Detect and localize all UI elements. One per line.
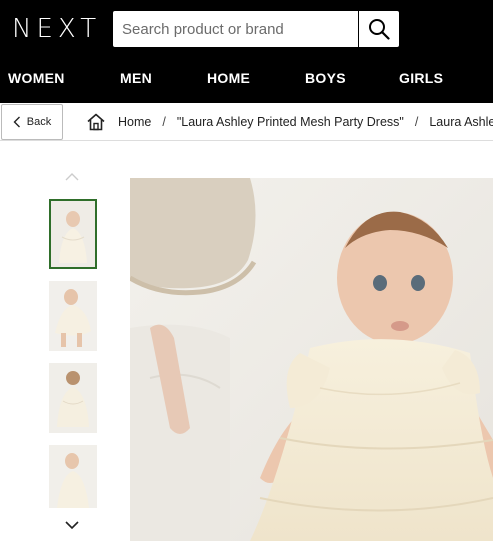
chevron-down-icon[interactable] — [64, 520, 80, 530]
next-logo[interactable]: NEXT — [12, 14, 101, 44]
thumbnail-image — [49, 445, 97, 508]
back-button[interactable]: Back — [1, 104, 63, 140]
thumbnail-image — [49, 281, 97, 351]
breadcrumb-bar: Back Home / "Laura Ashley Printed Mesh P… — [0, 103, 493, 141]
search-bar — [113, 11, 399, 47]
thumbnail-3[interactable] — [49, 363, 97, 433]
nav-item-home[interactable]: HOME — [207, 70, 250, 86]
back-label: Back — [26, 116, 52, 128]
thumbnail-4[interactable] — [49, 445, 97, 508]
nav-item-boys[interactable]: BOYS — [305, 70, 346, 86]
search-input[interactable] — [113, 11, 358, 47]
chevron-up-icon[interactable] — [64, 172, 80, 182]
nav-item-girls[interactable]: GIRLS — [399, 70, 443, 86]
breadcrumb-separator: / — [162, 115, 166, 129]
breadcrumb-separator: / — [414, 115, 419, 129]
site-header: NEXT WOMEN MEN HOME BOYS GIRLS — [0, 0, 493, 103]
product-photo — [130, 178, 493, 541]
thumbnail-2[interactable] — [49, 281, 97, 351]
search-button[interactable] — [359, 11, 399, 47]
thumbnail-image — [51, 201, 95, 267]
nav-item-men[interactable]: MEN — [120, 70, 152, 86]
nav-item-women[interactable]: WOMEN — [8, 70, 65, 86]
chevron-left-icon — [13, 116, 20, 128]
thumbnail-image — [49, 363, 97, 433]
breadcrumb: Home / "Laura Ashley Printed Mesh Party … — [86, 103, 493, 141]
main-product-image[interactable] — [130, 178, 493, 541]
breadcrumb-home[interactable]: Home — [118, 115, 151, 129]
thumbnail-1[interactable] — [49, 199, 97, 269]
breadcrumb-brand[interactable]: Laura Ashley — [429, 115, 493, 129]
home-icon[interactable] — [86, 113, 106, 131]
breadcrumb-search[interactable]: "Laura Ashley Printed Mesh Party Dress" — [177, 115, 404, 129]
main-nav: WOMEN MEN HOME BOYS GIRLS — [0, 70, 493, 92]
search-icon — [369, 19, 390, 40]
